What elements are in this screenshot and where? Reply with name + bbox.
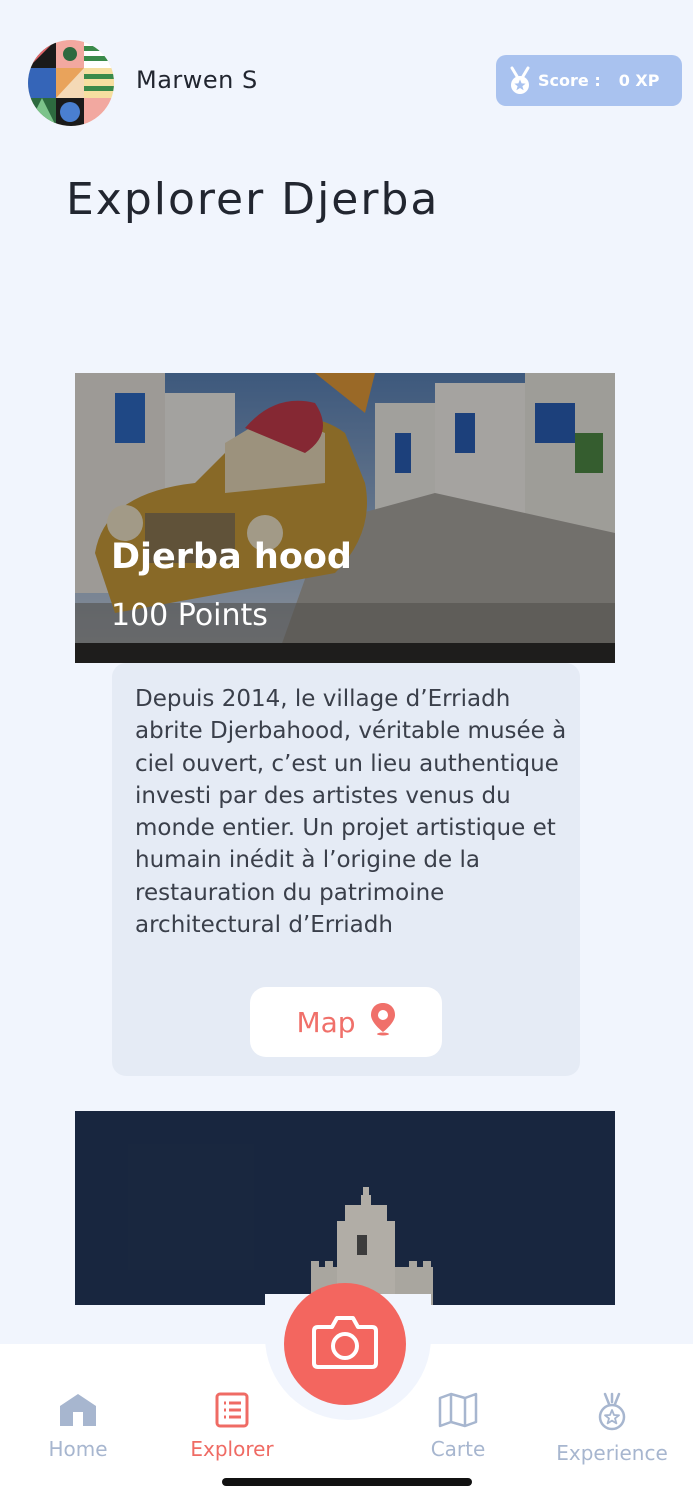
map-button-label: Map [296,1005,356,1039]
score-value: 0 XP [618,71,660,90]
nav-item-explorer[interactable]: Explorer [176,1392,288,1461]
nav-item-carte[interactable]: Carte [418,1392,498,1461]
page-title: Explorer Djerba [66,174,440,225]
nav-item-home[interactable]: Home [38,1392,118,1461]
nav-home-label: Home [48,1437,108,1461]
place-card[interactable] [75,1111,615,1305]
header: Marwen S Score : 0 XP [0,0,693,170]
place-card[interactable]: Djerba hood 100 Points Depuis 2014, le v… [75,373,615,1077]
card-title: Djerba hood [111,537,352,577]
user-name: Marwen S [136,66,258,94]
avatar[interactable] [28,40,114,126]
card-hero-image: Djerba hood 100 Points [75,373,615,663]
nav-item-experience[interactable]: Experience [542,1392,682,1465]
card-description-panel: Depuis 2014, le village d’Erriadh abrite… [112,663,580,1076]
nav-explorer-label: Explorer [190,1437,274,1461]
score-label: Score : [538,71,601,90]
map-button[interactable]: Map [250,987,442,1057]
card-hero-image [75,1111,615,1305]
card-description: Depuis 2014, le village d’Erriadh abrite… [135,686,567,939]
camera-button[interactable] [284,1283,406,1405]
map-icon [438,1392,478,1433]
score-badge[interactable]: Score : 0 XP [496,55,682,106]
list-icon [215,1392,249,1433]
camera-icon [310,1313,380,1375]
card-points: 100 Points [111,598,268,633]
location-pin-icon [370,1002,396,1043]
home-icon [58,1394,98,1433]
nav-carte-label: Carte [430,1437,486,1461]
medal-icon [595,1392,629,1437]
nav-experience-label: Experience [556,1441,668,1465]
home-indicator[interactable] [222,1478,472,1486]
medal-icon [506,66,534,96]
